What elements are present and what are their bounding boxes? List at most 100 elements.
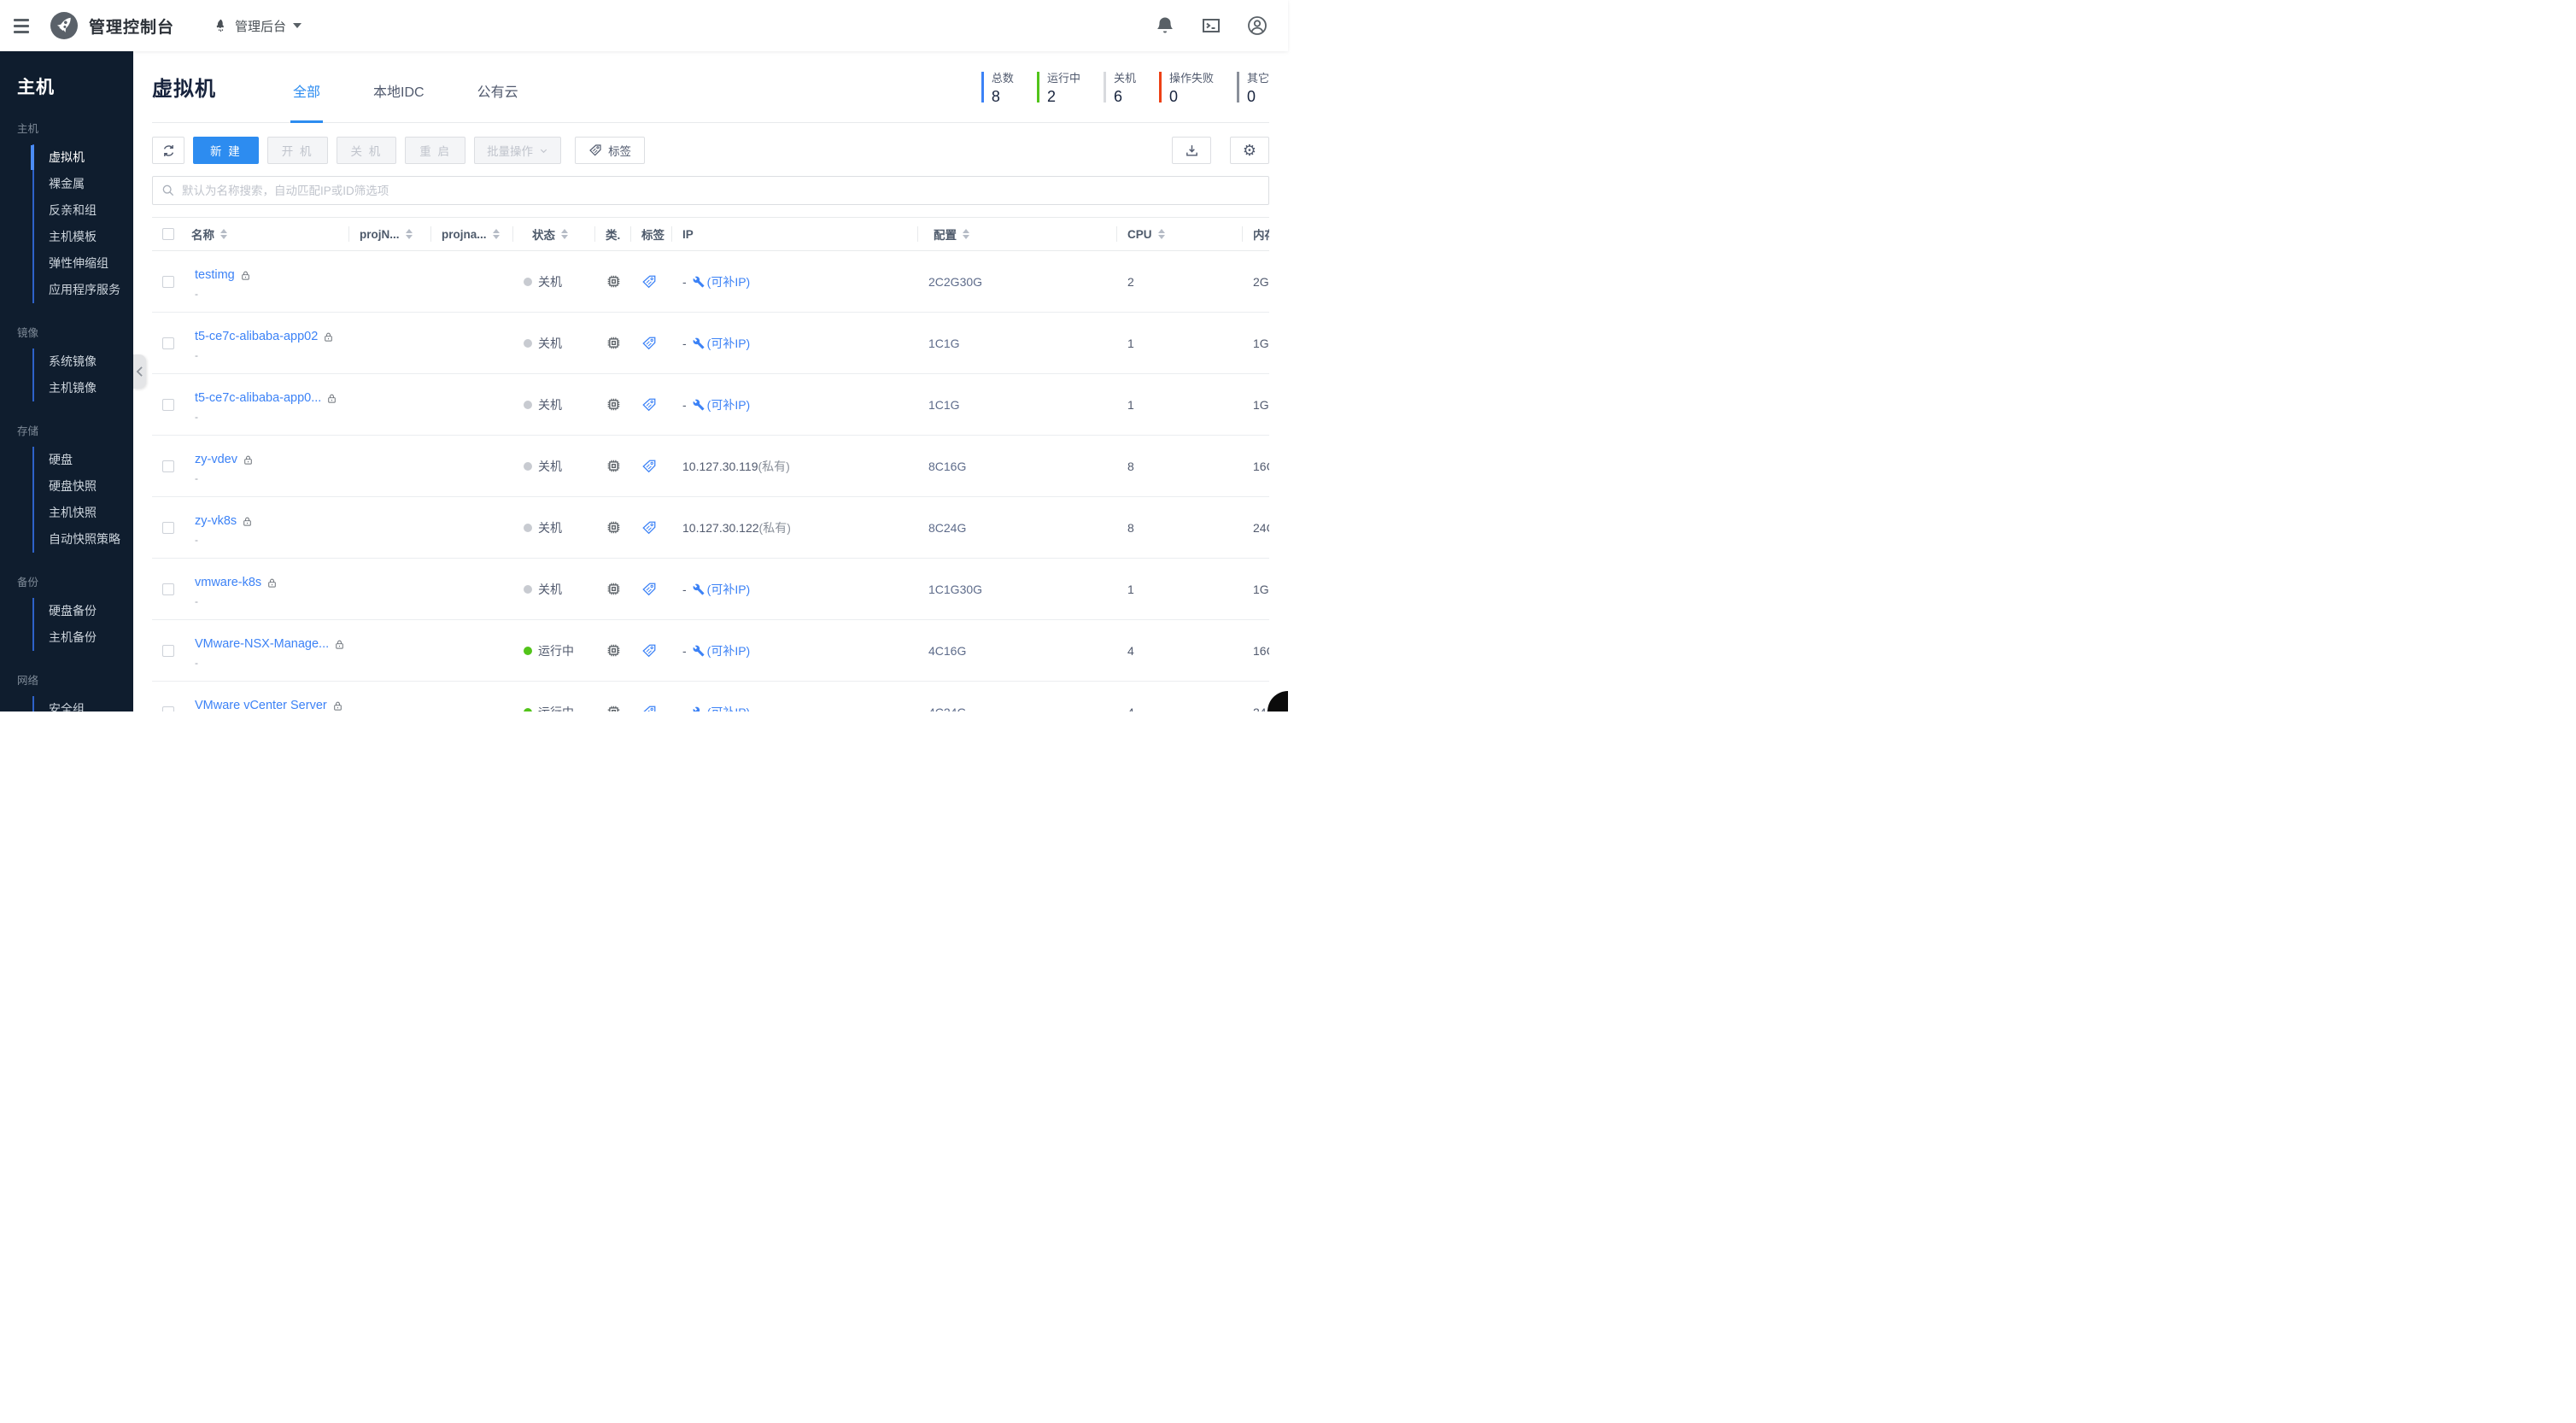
column-header-projN[interactable]: projN...	[349, 218, 431, 250]
sort-icon[interactable]	[963, 229, 969, 239]
tab-all[interactable]: 全部	[290, 51, 324, 123]
cell-tags[interactable]	[631, 497, 672, 558]
cell-mem: 24G	[1243, 682, 1269, 712]
settings-button[interactable]: ⚙	[1230, 137, 1269, 164]
cell-tags[interactable]	[631, 313, 672, 373]
vm-name-link[interactable]: vmware-k8s	[195, 576, 261, 589]
vm-name-link[interactable]: zy-vk8s	[195, 514, 237, 528]
sort-icon[interactable]	[405, 229, 413, 239]
vm-name-link[interactable]: t5-ce7c-alibaba-app02	[195, 330, 318, 343]
column-header-config[interactable]: 配置	[918, 218, 1117, 250]
tab-local-idc[interactable]: 本地IDC	[371, 51, 427, 122]
export-button[interactable]	[1172, 137, 1211, 164]
column-header-projna[interactable]: projna...	[431, 218, 513, 250]
cell-projna	[431, 374, 513, 435]
vm-name-link[interactable]: VMware-NSX-Manage...	[195, 637, 329, 651]
row-checkbox[interactable]	[162, 398, 174, 411]
vm-name-link[interactable]: testimg	[195, 268, 235, 282]
fix-ip-wrench-icon	[693, 399, 705, 410]
sidebar-item-host-snapshot[interactable]: 主机快照	[34, 500, 133, 526]
column-header-cpu[interactable]: CPU	[1117, 218, 1243, 250]
row-checkbox[interactable]	[162, 521, 174, 534]
terminal-icon[interactable]	[1201, 15, 1221, 36]
fix-ip-link[interactable]: (可补IP)	[707, 335, 751, 352]
cell-projN	[349, 620, 431, 681]
refresh-button[interactable]	[152, 137, 184, 164]
status-dot	[524, 461, 532, 471]
search-input[interactable]	[182, 184, 1260, 197]
cell-mem: 1G	[1253, 582, 1269, 596]
column-header-status[interactable]: 状态	[513, 218, 595, 250]
search-bar	[152, 176, 1269, 205]
cell-tags[interactable]	[631, 559, 672, 619]
select-all-checkbox[interactable]	[162, 228, 174, 240]
menu-hamburger-icon[interactable]	[0, 0, 38, 51]
sidebar-collapse-handle[interactable]	[133, 354, 146, 389]
vm-name-link[interactable]: VMware vCenter Server	[195, 699, 327, 712]
sidebar-item-app-service[interactable]: 应用程序服务	[34, 277, 133, 303]
sidebar-item-auto-snapshot-policy[interactable]: 自动快照策略	[34, 526, 133, 553]
vm-name-link[interactable]: zy-vdev	[195, 453, 237, 466]
row-checkbox[interactable]	[162, 706, 174, 712]
sidebar-item-disk-snapshot[interactable]: 硬盘快照	[34, 473, 133, 500]
tab-public-cloud[interactable]: 公有云	[475, 51, 521, 122]
fix-ip-wrench-icon	[693, 706, 700, 712]
fix-ip-link[interactable]: (可补IP)	[707, 704, 751, 712]
fix-ip-link[interactable]: (可补IP)	[707, 642, 751, 659]
user-avatar-icon[interactable]	[1247, 15, 1268, 36]
sidebar-item-disk[interactable]: 硬盘	[34, 447, 133, 473]
sort-icon[interactable]	[561, 229, 568, 239]
cell-tags[interactable]	[631, 251, 672, 312]
cell-type	[595, 620, 631, 681]
sidebar-item-host-template[interactable]: 主机模板	[34, 224, 133, 250]
sidebar-item-host-backup[interactable]: 主机备份	[34, 624, 133, 651]
cell-tags[interactable]	[631, 620, 672, 681]
env-label: 管理后台	[235, 19, 287, 34]
row-checkbox[interactable]	[162, 644, 174, 657]
sort-icon[interactable]	[492, 229, 500, 239]
fix-ip-link[interactable]: (可补IP)	[707, 581, 751, 598]
column-header-name[interactable]: 名称	[184, 218, 349, 250]
tag-icon	[642, 337, 656, 349]
sidebar-item-baremetal[interactable]: 裸金属	[34, 171, 133, 197]
vm-subtext: -	[195, 472, 198, 484]
cell-tags[interactable]	[631, 374, 672, 435]
cell-type	[595, 374, 631, 435]
tag-icon	[642, 275, 656, 288]
fix-ip-link[interactable]: (可补IP)	[707, 396, 751, 413]
sort-icon[interactable]	[220, 229, 227, 239]
restart-button[interactable]: 重 启	[405, 137, 466, 164]
power-off-button[interactable]: 关 机	[336, 137, 397, 164]
vm-subtext: -	[195, 411, 198, 423]
power-on-button[interactable]: 开 机	[266, 137, 328, 164]
row-checkbox[interactable]	[162, 275, 174, 288]
row-checkbox[interactable]	[162, 337, 174, 349]
sidebar-item-anti-affinity-group[interactable]: 反亲和组	[34, 197, 133, 224]
notifications-bell-icon[interactable]	[1155, 15, 1175, 36]
sidebar-item-disk-backup[interactable]: 硬盘备份	[34, 598, 133, 624]
cell-mem: 24G	[1253, 520, 1269, 535]
cell-type	[595, 436, 631, 496]
vm-name-link[interactable]: t5-ce7c-alibaba-app0...	[195, 391, 321, 405]
sidebar-item-scaling-group[interactable]: 弹性伸缩组	[34, 250, 133, 277]
hypervisor-type-icon	[607, 706, 620, 712]
batch-actions-button[interactable]: 批量操作	[474, 137, 562, 164]
cell-tags[interactable]	[631, 682, 672, 712]
stat-value: 0	[1246, 88, 1256, 105]
row-checkbox[interactable]	[162, 583, 174, 595]
tag-button[interactable]: 标签	[575, 137, 646, 164]
sort-icon[interactable]	[1157, 229, 1165, 239]
fix-ip-link[interactable]: (可补IP)	[707, 273, 751, 290]
sidebar-item-system-image[interactable]: 系统镜像	[34, 348, 133, 375]
row-checkbox[interactable]	[162, 460, 174, 472]
ip-empty: -	[682, 643, 687, 658]
cell-tags[interactable]	[631, 436, 672, 496]
sidebar-item-security-group[interactable]: 安全组	[34, 696, 133, 712]
stat-label: 总数	[991, 72, 1014, 85]
sidebar-item-vm[interactable]: 虚拟机	[31, 144, 133, 171]
tag-icon	[642, 460, 656, 472]
create-button[interactable]: 新 建	[193, 137, 259, 164]
sidebar-item-host-image[interactable]: 主机镜像	[34, 375, 133, 401]
env-switcher[interactable]: 管理后台	[214, 17, 302, 35]
column-label: projna...	[442, 227, 487, 241]
